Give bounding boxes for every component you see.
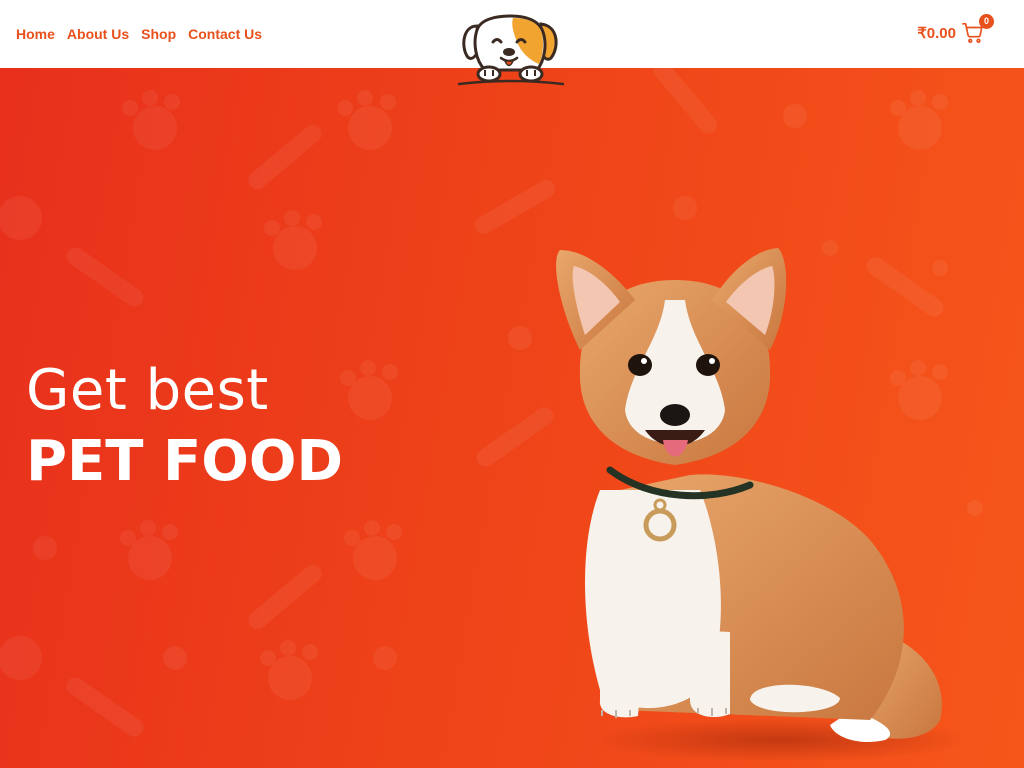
nav-item-home[interactable]: Home <box>16 25 55 43</box>
cart-count-badge: 0 <box>979 14 994 29</box>
nav-item-about-us[interactable]: About Us <box>67 25 129 43</box>
main-nav: Home About Us Shop Contact Us <box>16 25 262 43</box>
hero-banner: Get best PET FOOD <box>0 68 1024 768</box>
nav-item-contact-us[interactable]: Contact Us <box>188 25 262 43</box>
shopping-cart-icon: 0 <box>962 14 994 44</box>
hero-heading-line1: Get best <box>26 358 269 423</box>
hero-heading: Get best PET FOOD <box>26 358 343 500</box>
hero-heading-line2: PET FOOD <box>26 429 343 494</box>
cart-total: ₹0.00 <box>917 25 956 42</box>
dog-logo-icon[interactable] <box>455 12 567 88</box>
cart-button[interactable]: ₹0.00 0 <box>917 14 994 44</box>
corgi-puppy-image <box>556 248 960 760</box>
nav-item-shop[interactable]: Shop <box>141 25 176 43</box>
